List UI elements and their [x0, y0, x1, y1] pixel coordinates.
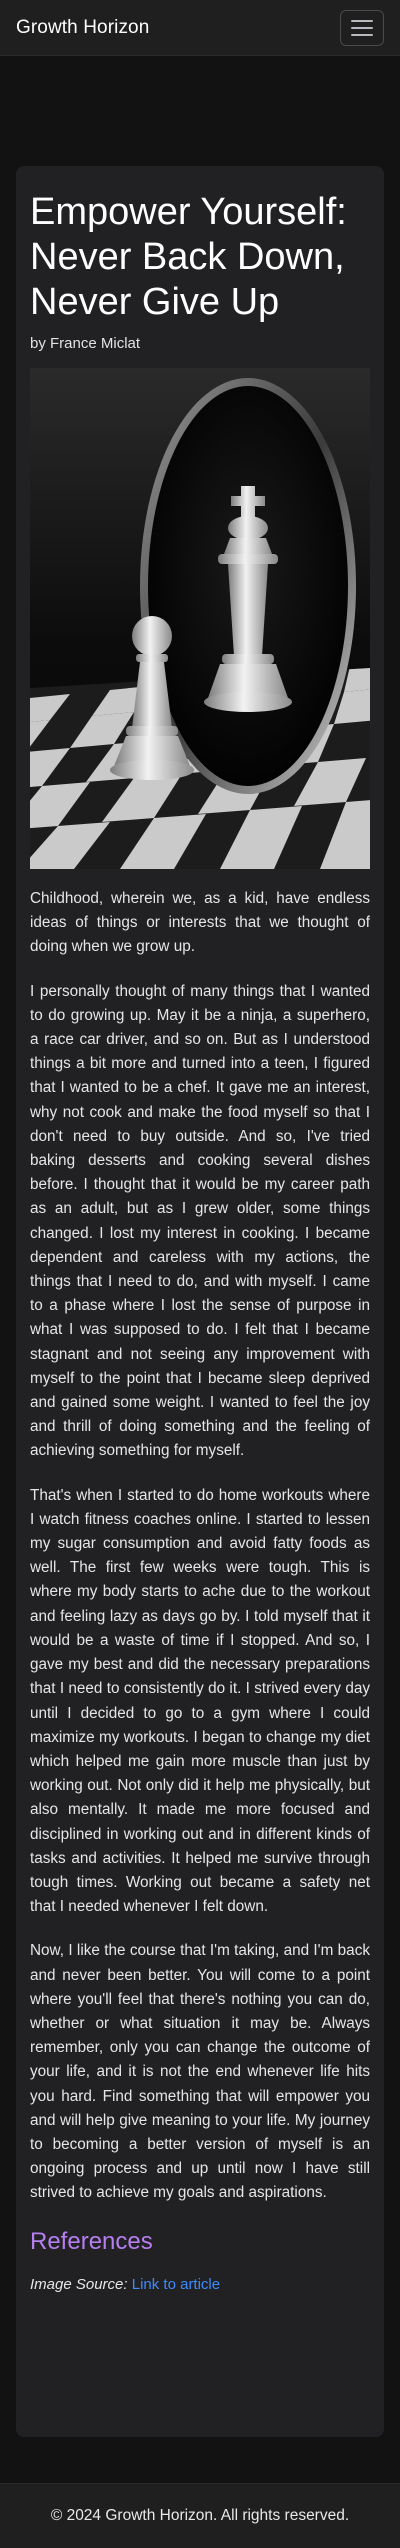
footer: © 2024 Growth Horizon. All rights reserv…	[0, 2483, 400, 2548]
menu-toggle-button[interactable]	[340, 9, 384, 46]
post-paragraph: That's when I started to do home workout…	[30, 1486, 370, 1916]
brand-link[interactable]: Growth Horizon	[16, 17, 149, 39]
navbar: Growth Horizon	[0, 0, 400, 56]
post-card: Empower Yourself: Never Back Down, Never…	[16, 166, 384, 2437]
hamburger-menu-icon-line	[351, 26, 373, 29]
post-title: Empower Yourself: Never Back Down, Never…	[30, 191, 347, 323]
footer-copyright: © 2024 Growth Horizon. All rights reserv…	[50, 2507, 350, 2524]
post-author: by France Miclat	[30, 335, 141, 352]
image-source-label: Image Source:	[30, 2275, 128, 2293]
hamburger-menu-icon-line	[351, 33, 373, 36]
post-paragraph: Childhood, wherein we, as a kid, have en…	[30, 890, 370, 956]
image-source-line: Image Source: Link to article	[30, 2276, 370, 2293]
references-heading: References	[30, 2227, 153, 2255]
pawn-mirror-king-illustration	[30, 368, 370, 869]
article-link[interactable]: Link to article	[132, 2276, 220, 2293]
hamburger-menu-icon	[351, 19, 373, 22]
post-paragraph: Now, I like the course that I'm taking, …	[30, 1942, 370, 2202]
post-paragraph: I personally thought of many things that…	[30, 982, 370, 1460]
